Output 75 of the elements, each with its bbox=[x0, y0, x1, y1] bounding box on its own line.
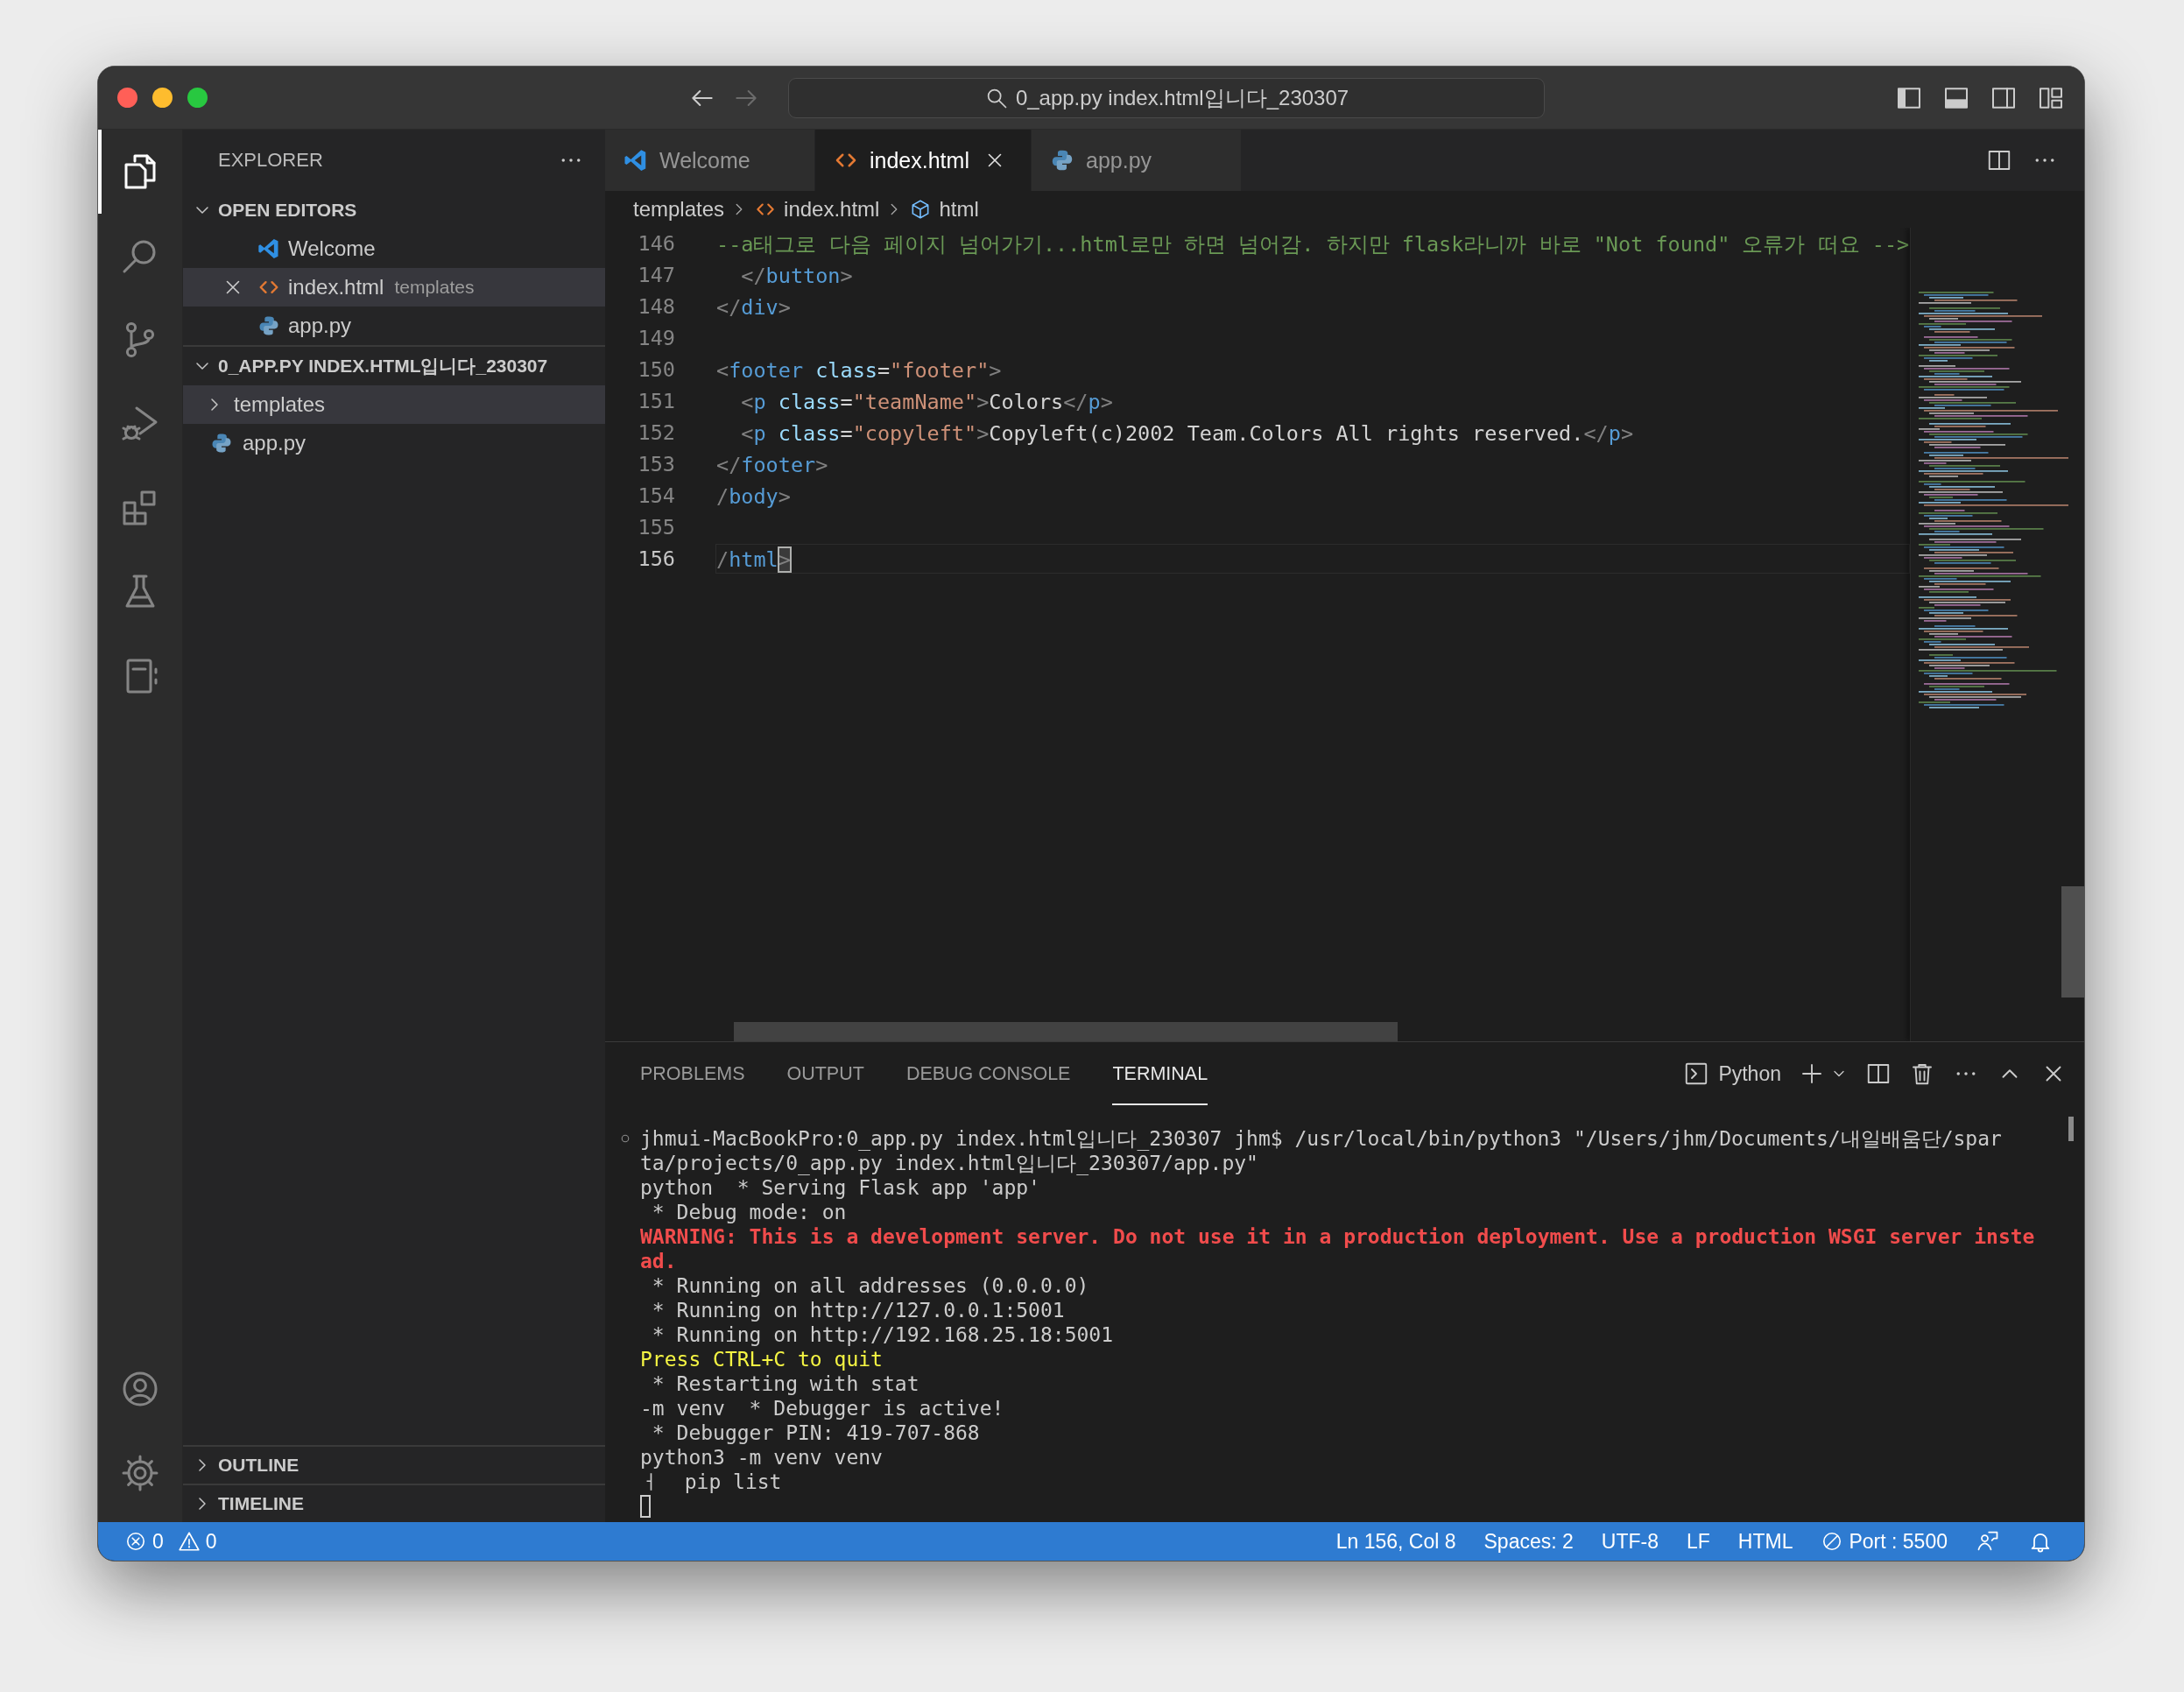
editor-tab[interactable]: index.html bbox=[815, 130, 1032, 191]
terminal-warning-line: WARNING: This is a development server. Do not use it in a production deployment. Use a production WSGI server inste bbox=[640, 1224, 2035, 1249]
code-line: /body> bbox=[715, 483, 792, 511]
terminal-notice-line: Press CTRL+C to quit bbox=[640, 1347, 883, 1371]
close-window-button[interactable] bbox=[117, 88, 137, 108]
warning-icon bbox=[177, 1530, 201, 1553]
panel-tab[interactable]: PROBLEMS bbox=[640, 1042, 745, 1105]
code-line: </div> bbox=[715, 294, 792, 321]
line-number: 155 bbox=[637, 515, 676, 539]
scrollbar-thumb[interactable] bbox=[2061, 886, 2084, 998]
file-item[interactable]: Welcome bbox=[183, 229, 605, 268]
section-header[interactable]: OPEN EDITORS bbox=[183, 191, 605, 229]
panel-tab[interactable]: OUTPUT bbox=[786, 1042, 864, 1105]
line-number: 150 bbox=[637, 357, 676, 382]
editor-tab[interactable]: app.py bbox=[1032, 130, 1242, 191]
line-number: 151 bbox=[637, 389, 676, 413]
file-item[interactable]: app.py bbox=[183, 307, 605, 345]
sidebar-title: EXPLORER bbox=[218, 149, 323, 172]
line-number: 153 bbox=[637, 452, 676, 476]
code-line: </button> bbox=[740, 263, 854, 290]
terminal-output-line: * Restarting with stat bbox=[651, 1371, 919, 1396]
folder-item[interactable]: templates bbox=[183, 385, 605, 424]
terminal-output-line: * Running on http://192.168.25.18:5001 bbox=[651, 1322, 1114, 1347]
breadcrumb-item[interactable]: html bbox=[909, 197, 979, 222]
port-status[interactable]: Port : 5500 bbox=[1821, 1529, 1948, 1554]
terminal-output-line: python3 -m venv venv bbox=[640, 1445, 883, 1470]
status-item[interactable]: LF bbox=[1687, 1529, 1710, 1554]
editor-tab[interactable]: Welcome bbox=[605, 130, 815, 191]
line-number: 147 bbox=[637, 263, 676, 287]
problems-status[interactable]: 0 0 bbox=[124, 1529, 226, 1554]
line-number: 146 bbox=[637, 231, 676, 256]
terminal-output-line: python * Serving Flask app 'app' bbox=[640, 1175, 1040, 1200]
terminal-output-line: * Running on all addresses (0.0.0.0) bbox=[651, 1273, 1089, 1298]
status-item[interactable]: Spaces: 2 bbox=[1483, 1529, 1574, 1554]
vscode-logo-icon bbox=[257, 236, 281, 261]
minimize-window-button[interactable] bbox=[152, 88, 173, 108]
problem-count: 0 bbox=[152, 1529, 164, 1554]
scrollbar-thumb[interactable] bbox=[734, 1022, 1398, 1041]
terminal-output-line: * Running on http://127.0.0.1:5001 bbox=[651, 1298, 1065, 1322]
code-line: </footer> bbox=[715, 452, 829, 479]
line-number: 156 bbox=[637, 546, 676, 571]
line-number: 154 bbox=[637, 483, 676, 508]
status-item[interactable]: Ln 156, Col 8 bbox=[1335, 1529, 1456, 1554]
section-header[interactable]: 0_APP.PY INDEX.HTML입니다_230307 bbox=[183, 347, 605, 385]
terminal-output-line: ta/projects/0_app.py index.html입니다_230307/app.py" bbox=[640, 1151, 1258, 1175]
error-icon bbox=[124, 1530, 147, 1553]
terminal-output-line: -m venv * Debugger is active! bbox=[640, 1396, 1004, 1421]
terminal-command-line: jhmui-MacBookPro:0_app.py index.html입니다_230307 jhm$ /usr/local/bin/python3 "/Users/jhm/Documents/내일배움단/spar bbox=[640, 1126, 2002, 1151]
terminal-output-line: ㅓ pip list bbox=[640, 1470, 782, 1494]
terminal-output-line: * Debug mode: on bbox=[651, 1200, 847, 1224]
line-number: 152 bbox=[637, 420, 676, 445]
code-line: <footer class="footer"> bbox=[715, 357, 1003, 384]
terminal-output-line: * Debugger PIN: 419-707-868 bbox=[651, 1421, 980, 1445]
file-item[interactable]: app.py bbox=[183, 424, 605, 462]
section-header[interactable]: OUTLINE bbox=[183, 1445, 605, 1484]
command-center-search[interactable]: 0_app.py index.html입니다_230307 bbox=[788, 77, 1545, 118]
code-line: <p class="copyleft">Copyleft(c)2002 Team.Colors All rights reserved.</p> bbox=[740, 420, 1635, 448]
problem-count: 0 bbox=[205, 1529, 217, 1554]
terminal-warning-line: ad. bbox=[640, 1249, 677, 1273]
folder-path-text: templates bbox=[394, 277, 475, 298]
status-item[interactable]: UTF-8 bbox=[1601, 1529, 1659, 1554]
panel-tab[interactable]: DEBUG CONSOLE bbox=[905, 1042, 1071, 1105]
zoom-window-button[interactable] bbox=[187, 88, 208, 108]
breadcrumb-item[interactable]: templates bbox=[633, 197, 725, 222]
terminal-profile-button[interactable]: Python bbox=[1683, 1061, 1781, 1087]
scrollbar-thumb[interactable] bbox=[2068, 1117, 2074, 1141]
line-number: 149 bbox=[637, 326, 676, 350]
file-item[interactable]: index.html templates bbox=[183, 268, 605, 307]
status-item[interactable]: HTML bbox=[1737, 1529, 1793, 1554]
panel-tab[interactable]: TERMINAL bbox=[1112, 1042, 1208, 1105]
breadcrumb-item[interactable]: index.html bbox=[754, 197, 880, 222]
line-number: 148 bbox=[637, 294, 676, 319]
code-line: --a태그로 다음 페이지 넘어가기...html로만 하면 넘어감. 하지만 flask라니까 바로 "Not found" 오류가 떠요 --> bbox=[715, 231, 1911, 258]
code-line: <p class="teamName">Colors</p> bbox=[740, 389, 1114, 416]
search-text: 0_app.py index.html입니다_230307 bbox=[1015, 84, 1349, 111]
